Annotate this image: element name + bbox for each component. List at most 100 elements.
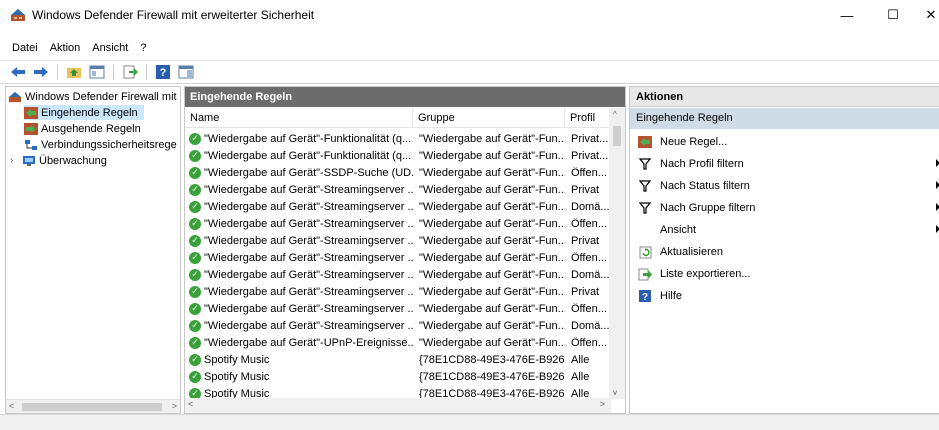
cell-profile: Öffen...: [571, 217, 607, 230]
rule-enabled-check-icon: ✓: [189, 183, 201, 196]
filter-icon: [638, 157, 652, 171]
tree-item-monitoring[interactable]: › Überwachung: [10, 153, 107, 168]
close-button[interactable]: ✕: [916, 0, 939, 30]
cell-group: "Wiedergabe auf Gerät"-Fun...: [419, 336, 565, 349]
toolbar: ?: [0, 60, 939, 84]
action-label: Neue Regel...: [660, 136, 728, 148]
actions-pane: Aktionen Eingehende Regeln Neue Regel...…: [629, 86, 939, 414]
cell-profile: Öffen...: [571, 166, 607, 179]
help-button[interactable]: ?: [153, 63, 173, 81]
back-button[interactable]: [8, 63, 28, 81]
rule-enabled-check-icon: ✓: [189, 200, 201, 213]
list-horizontal-scrollbar[interactable]: < >: [185, 398, 611, 413]
tree-horizontal-scrollbar[interactable]: < >: [6, 399, 180, 413]
up-folder-button[interactable]: [64, 63, 84, 81]
action-new-rule[interactable]: Neue Regel...: [630, 131, 939, 153]
filter-icon: [638, 201, 652, 215]
table-row[interactable]: ✓ "Wiedergabe auf Gerät"-Streamingserver …: [185, 249, 611, 266]
actions-section-inbound-rules[interactable]: Eingehende Regeln: [630, 108, 939, 129]
scroll-right-icon[interactable]: >: [172, 401, 177, 411]
show-action-pane-button[interactable]: [176, 63, 196, 81]
table-row[interactable]: ✓ "Wiedergabe auf Gerät"-Funktionalität (…: [185, 147, 611, 164]
table-row[interactable]: ✓ Spotify Music {78E1CD88-49E3-476E-B926-.…: [185, 351, 611, 368]
toolbar-separator: [146, 64, 147, 80]
cell-name: Spotify Music: [204, 353, 270, 366]
menu-ansicht[interactable]: Ansicht: [86, 42, 134, 54]
table-row[interactable]: ✓ "Wiedergabe auf Gerät"-Funktionalität (…: [185, 130, 611, 147]
rule-enabled-check-icon: ✓: [189, 370, 201, 383]
scroll-left-icon[interactable]: <: [188, 399, 193, 409]
cell-group: "Wiedergabe auf Gerät"-Fun...: [419, 149, 565, 162]
cell-group: "Wiedergabe auf Gerät"-Fun...: [419, 319, 565, 332]
chevron-right-icon[interactable]: ›: [10, 155, 22, 166]
connection-security-icon: [25, 139, 37, 150]
table-row[interactable]: ✓ "Wiedergabe auf Gerät"-Streamingserver …: [185, 266, 611, 283]
scroll-up-icon[interactable]: ^: [613, 110, 617, 119]
console-tree-icon: [89, 65, 105, 79]
action-filter-profile[interactable]: Nach Profil filtern: [630, 153, 939, 175]
show-tree-button[interactable]: [87, 63, 107, 81]
column-header-profile[interactable]: Profil: [565, 108, 611, 127]
help-icon: ?: [156, 65, 170, 79]
column-header-name[interactable]: Name: [185, 108, 413, 127]
tree-item-inbound-rules[interactable]: Eingehende Regeln: [24, 105, 144, 120]
cell-profile: Alle: [571, 353, 590, 366]
tree-item-label: Eingehende Regeln: [41, 106, 138, 119]
action-filter-group[interactable]: Nach Gruppe filtern: [630, 197, 939, 219]
tree-item-outbound-rules[interactable]: Ausgehende Regeln: [24, 121, 141, 136]
tree-item-connection-security[interactable]: Verbindungssicherheitsrege: [24, 137, 177, 152]
menu-aktion[interactable]: Aktion: [44, 42, 87, 54]
table-row[interactable]: ✓ "Wiedergabe auf Gerät"-Streamingserver …: [185, 198, 611, 215]
action-refresh[interactable]: Aktualisieren: [630, 241, 939, 263]
cell-profile: Domä...: [571, 200, 610, 213]
rule-enabled-check-icon: ✓: [189, 336, 201, 349]
tree-item-root[interactable]: Windows Defender Firewall mit: [8, 89, 177, 104]
filter-icon: [638, 179, 652, 193]
forward-button[interactable]: [31, 63, 51, 81]
table-row[interactable]: ✓ "Wiedergabe auf Gerät"-Streamingserver …: [185, 300, 611, 317]
column-headers: Name Gruppe Profil: [185, 108, 611, 128]
action-label: Ansicht: [660, 224, 697, 236]
cell-name: "Wiedergabe auf Gerät"-Streamingserver .…: [204, 319, 413, 332]
svg-text:?: ?: [160, 67, 167, 79]
scroll-down-icon[interactable]: v: [613, 388, 617, 397]
rule-enabled-check-icon: ✓: [189, 149, 201, 162]
cell-group: "Wiedergabe auf Gerät"-Fun...: [419, 302, 565, 315]
action-help[interactable]: ? Hilfe: [630, 285, 939, 307]
cell-profile: Öffen...: [571, 336, 607, 349]
cell-profile: Öffen...: [571, 251, 607, 264]
svg-text:?: ?: [642, 292, 648, 302]
cell-name: Spotify Music: [204, 370, 270, 383]
tree-item-label: Überwachung: [39, 154, 107, 167]
export-icon: [638, 267, 652, 281]
table-row[interactable]: ✓ "Wiedergabe auf Gerät"-SSDP-Suche (UD..…: [185, 164, 611, 181]
table-row[interactable]: ✓ "Wiedergabe auf Gerät"-Streamingserver …: [185, 232, 611, 249]
scroll-left-icon[interactable]: <: [9, 401, 14, 411]
table-row[interactable]: ✓ "Wiedergabe auf Gerät"-Streamingserver …: [185, 283, 611, 300]
outbound-rules-icon: [24, 122, 38, 135]
table-row[interactable]: ✓ "Wiedergabe auf Gerät"-UPnP-Ereignisse.…: [185, 334, 611, 351]
table-row[interactable]: ✓ "Wiedergabe auf Gerät"-Streamingserver …: [185, 215, 611, 232]
column-header-group[interactable]: Gruppe: [413, 108, 565, 127]
scroll-right-icon[interactable]: >: [600, 399, 605, 409]
cell-group: "Wiedergabe auf Gerät"-Fun...: [419, 268, 565, 281]
cell-name: "Wiedergabe auf Gerät"-Streamingserver .…: [204, 302, 413, 315]
minimize-button[interactable]: —: [824, 0, 870, 30]
action-view[interactable]: Ansicht: [630, 219, 939, 241]
table-row[interactable]: ✓ Spotify Music {78E1CD88-49E3-476E-B926-.…: [185, 368, 611, 385]
export-button[interactable]: [120, 63, 140, 81]
rule-enabled-check-icon: ✓: [189, 217, 201, 230]
action-export-list[interactable]: Liste exportieren...: [630, 263, 939, 285]
action-filter-status[interactable]: Nach Status filtern: [630, 175, 939, 197]
scrollbar-thumb[interactable]: [22, 403, 162, 411]
table-row[interactable]: ✓ "Wiedergabe auf Gerät"-Streamingserver …: [185, 181, 611, 198]
firewall-icon: [11, 9, 25, 21]
list-vertical-scrollbar[interactable]: ^ v: [609, 108, 625, 399]
menu-datei[interactable]: Datei: [6, 42, 44, 54]
firewall-icon: [9, 91, 21, 102]
menu-help[interactable]: ?: [134, 42, 152, 54]
scrollbar-thumb[interactable]: [613, 126, 621, 146]
cell-group: "Wiedergabe auf Gerät"-Fun...: [419, 251, 565, 264]
maximize-button[interactable]: ☐: [870, 0, 916, 30]
table-row[interactable]: ✓ "Wiedergabe auf Gerät"-Streamingserver …: [185, 317, 611, 334]
